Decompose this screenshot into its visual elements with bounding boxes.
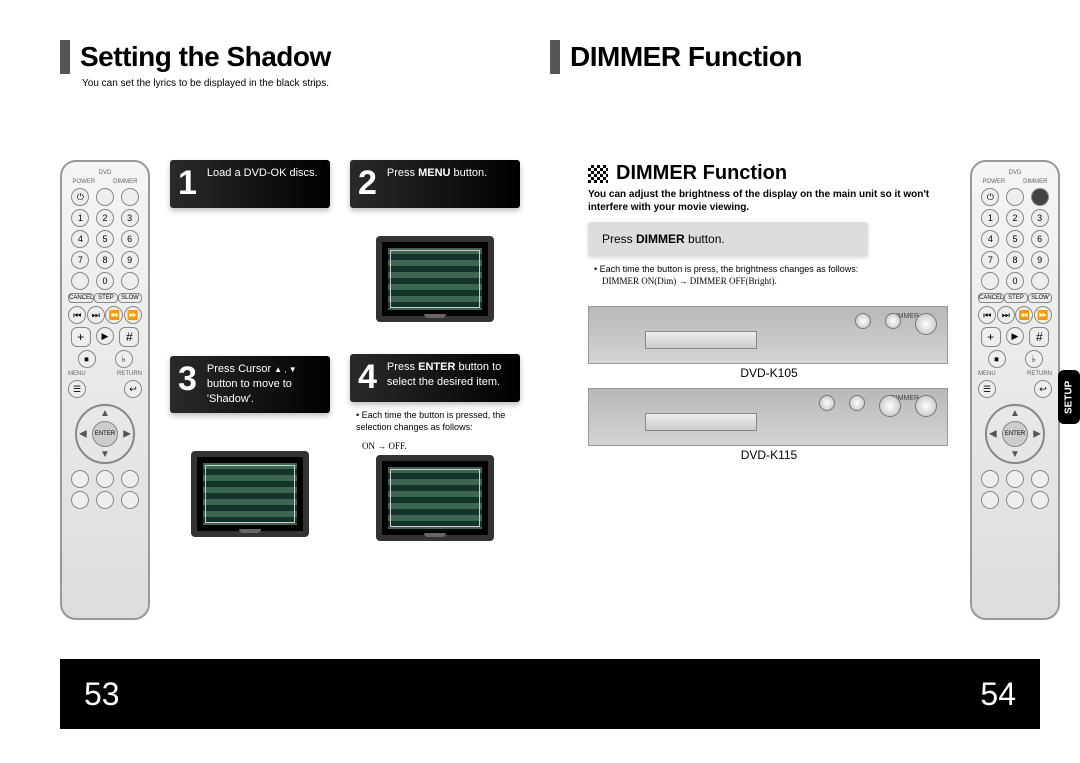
knob2-mic1 — [819, 395, 835, 411]
right-heading: DIMMER Function — [550, 40, 1040, 74]
page-number-right: 54 — [980, 676, 1016, 713]
remote-dimmer-highlighted — [1031, 188, 1049, 206]
remote-enter: ENTER — [92, 421, 118, 447]
remote-illustration-right: DVD POWER DIMMER ⏻ 123 456 789 0 CANCELS… — [970, 160, 1060, 620]
right-arrow-icon: ▶ — [123, 429, 131, 440]
dimmer-intro: You can adjust the brightness of the dis… — [588, 189, 950, 214]
step-4-note1: • Each time the button is pressed, the s… — [356, 410, 520, 433]
steps-column-2: 2 Press MENU button. 4 Press ENTER butto… — [350, 160, 520, 549]
left-arrow-icon: ◀ — [79, 429, 87, 440]
remote-dpad: ▲ ▼ ◀ ▶ ENTER — [985, 404, 1045, 464]
step-4: 4 Press ENTER button to select the desir… — [350, 354, 520, 402]
left-arrow-icon: ◀ — [989, 429, 997, 440]
dimmer-note1: • Each time the button is press, the bri… — [594, 264, 950, 274]
page-number-left: 53 — [84, 676, 120, 713]
section-tab-setup: SETUP — [1058, 370, 1080, 424]
player-k115: DIMMER — [588, 388, 948, 446]
sub-heading: DIMMER Function — [588, 162, 950, 185]
down-arrow-icon: ▼ — [1010, 449, 1020, 460]
remote-dpad: ▲ ▼ ◀ ▶ ENTER — [75, 404, 135, 464]
step-1: 1 Load a DVD-OK discs. — [170, 160, 330, 208]
page-footer: 53 54 — [60, 659, 1040, 729]
knob2-mic2 — [849, 395, 865, 411]
checker-icon — [588, 165, 608, 183]
spread-container: Setting the Shadow You can set the lyric… — [60, 40, 1040, 620]
remote-brand: DVD — [978, 170, 1052, 176]
steps-column-1: 1 Load a DVD-OK discs. 3 Press Cursor ▲ … — [170, 160, 330, 545]
remote-dimmer — [121, 188, 139, 206]
remote-menu-btn: ☰ — [68, 380, 86, 398]
down-arrow-icon: ▼ — [100, 449, 110, 460]
model-label-k105: DVD-K105 — [588, 366, 950, 380]
manual-spread: Setting the Shadow You can set the lyric… — [60, 40, 1040, 733]
tv-screenshot-2 — [376, 236, 494, 322]
left-page: Setting the Shadow You can set the lyric… — [60, 40, 550, 620]
right-title: DIMMER Function — [570, 41, 802, 73]
remote-power: ⏻ — [71, 188, 89, 206]
press-dimmer-bar: Press DIMMER button. — [588, 222, 868, 256]
heading-accent — [550, 40, 560, 74]
remote-power: ⏻ — [981, 188, 999, 206]
right-content: DIMMER Function You can adjust the brigh… — [588, 80, 950, 470]
sub-title: DIMMER Function — [616, 162, 787, 185]
left-title: Setting the Shadow — [80, 41, 331, 73]
knob-mic2 — [885, 313, 901, 329]
knob2-mic2vol — [915, 395, 937, 417]
knob2-mic1vol — [879, 395, 901, 417]
heading-accent — [60, 40, 70, 74]
knob-micvol — [915, 313, 937, 335]
up-arrow-icon: ▲ — [100, 408, 110, 419]
right-page: DIMMER Function DIMMER Function You can … — [550, 40, 1040, 620]
tv-screenshot-3 — [191, 451, 309, 537]
player-k105: DIMMER — [588, 306, 948, 364]
up-arrow-icon: ▲ — [1010, 408, 1020, 419]
step-4-note2: ON → OFF. — [362, 441, 520, 451]
knob-mic1 — [855, 313, 871, 329]
tv-screenshot-4 — [376, 455, 494, 541]
model-label-k115: DVD-K115 — [588, 448, 950, 462]
step-3: 3 Press Cursor ▲ , ▼ button to move to '… — [170, 356, 330, 413]
remote-illustration-left: DVD POWER DIMMER ⏻ 123 456 789 0 CANCELS… — [60, 160, 150, 620]
remote-brand: DVD — [68, 170, 142, 176]
left-heading: Setting the Shadow — [60, 40, 550, 74]
left-subtitle: You can set the lyrics to be displayed i… — [82, 78, 550, 89]
step-2: 2 Press MENU button. — [350, 160, 520, 208]
right-arrow-icon: ▶ — [1033, 429, 1041, 440]
dimmer-note2: DIMMER ON(Dim) → DIMMER OFF(Bright). — [602, 276, 950, 286]
